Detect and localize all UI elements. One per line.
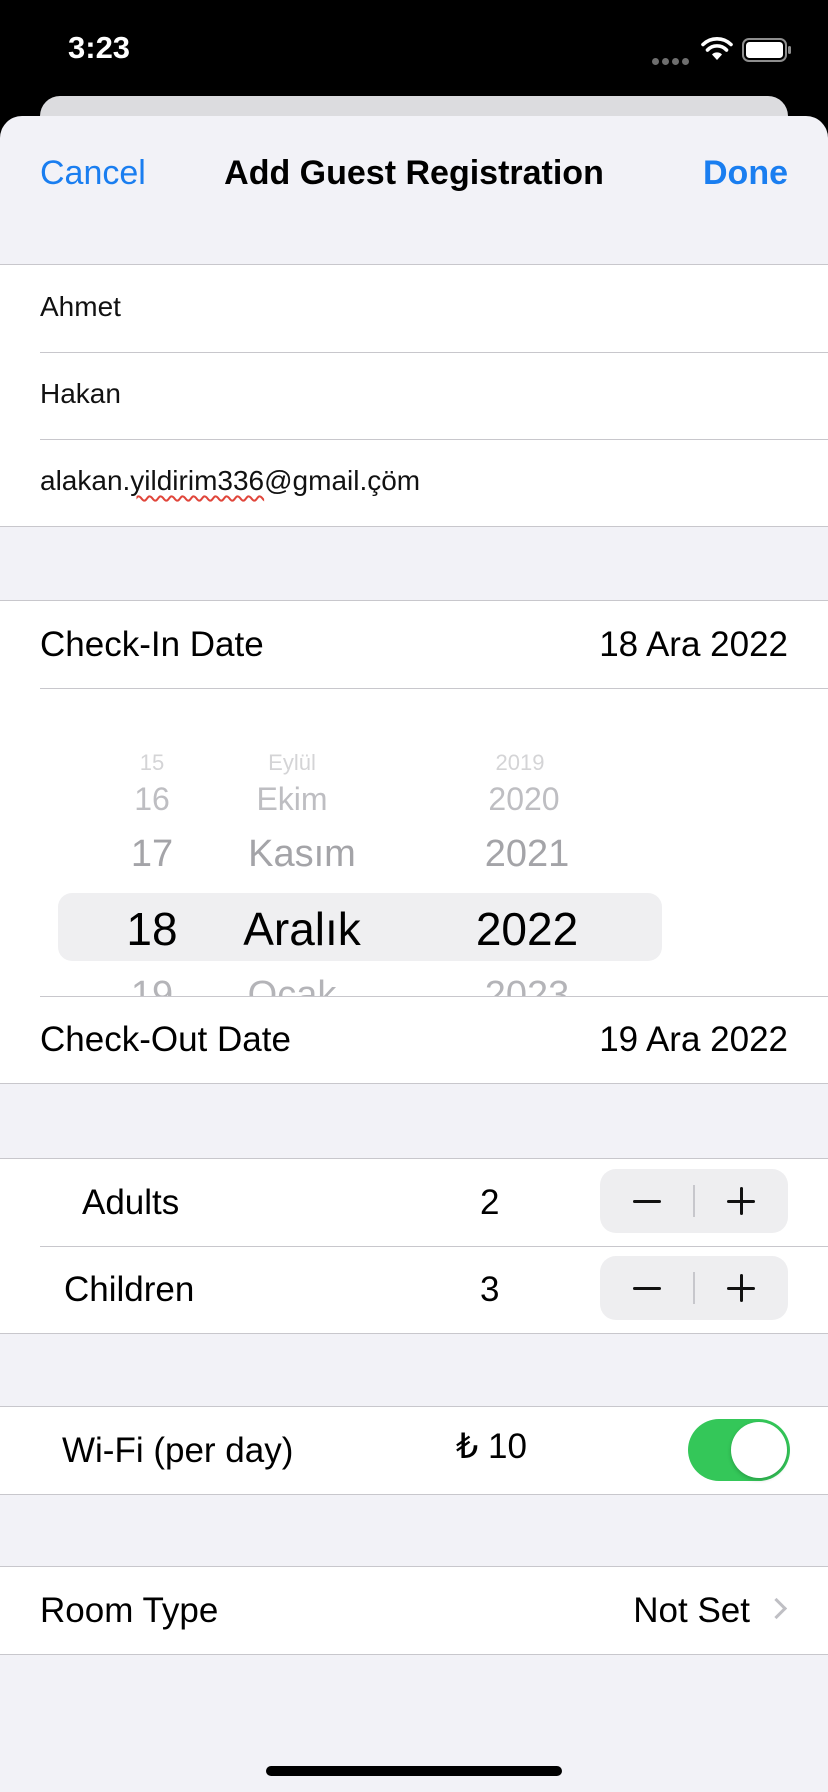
first-name-row[interactable]: Ahmet [0, 265, 828, 352]
adults-count: 2 [480, 1183, 500, 1222]
room-type-section: Room Type Not Set [0, 1566, 828, 1655]
room-type-row[interactable]: Room Type Not Set [0, 1567, 828, 1654]
children-decrement-button[interactable] [600, 1256, 694, 1320]
last-name-field[interactable]: Hakan [40, 378, 121, 410]
children-row: Children 3 [0, 1246, 828, 1333]
children-stepper[interactable] [600, 1256, 788, 1320]
date-picker-wheel[interactable]: 15 16 17 18 19 Eylül Ekim Kasım Aralık O… [0, 688, 828, 996]
picker-year-item[interactable]: 2020 [488, 783, 559, 815]
cellular-signal-icon [652, 52, 692, 70]
picker-month-selected[interactable]: Aralık [243, 906, 361, 952]
picker-year-item[interactable]: 2023 [485, 976, 570, 996]
picker-month-item[interactable]: Ekim [256, 783, 327, 815]
adults-stepper[interactable] [600, 1169, 788, 1233]
children-label: Children [64, 1270, 195, 1309]
picker-day-item[interactable]: 15 [140, 752, 164, 774]
email-prefix: alakan. [40, 465, 131, 496]
navigation-bar: Cancel Add Guest Registration Done [0, 116, 828, 226]
adults-row: Adults 2 [0, 1159, 828, 1246]
guest-count-section: Adults 2 Children 3 [0, 1158, 828, 1334]
home-indicator [266, 1766, 562, 1776]
battery-icon [742, 38, 791, 62]
status-bar: 3:23 [0, 0, 828, 100]
wifi-toggle[interactable] [688, 1419, 790, 1481]
check-in-label: Check-In Date [40, 625, 264, 664]
picker-day-item[interactable]: 16 [134, 783, 170, 815]
children-increment-button[interactable] [694, 1256, 788, 1320]
modal-sheet: Cancel Add Guest Registration Done Ahmet… [0, 116, 828, 1792]
picker-month-item[interactable]: Kasım [248, 835, 356, 873]
picker-day-selected[interactable]: 18 [126, 906, 177, 952]
spelling-error-word: yildirim336 [130, 465, 265, 496]
wifi-row: Wi-Fi (per day) ₺ 10 [0, 1407, 828, 1494]
check-in-value[interactable]: 18 Ara 2022 [599, 625, 788, 665]
first-name-field[interactable]: Ahmet [40, 291, 121, 323]
picker-month-item[interactable]: Ocak [248, 976, 337, 996]
check-in-row[interactable]: Check-In Date 18 Ara 2022 [0, 601, 828, 688]
toggle-knob [731, 1422, 787, 1478]
last-name-row[interactable]: Hakan [0, 352, 828, 439]
wifi-price: ₺ 10 [456, 1427, 527, 1466]
adults-label: Adults [82, 1183, 180, 1222]
check-out-row[interactable]: Check-Out Date 19 Ara 2022 [0, 996, 828, 1083]
picker-year-item[interactable]: 2021 [485, 835, 570, 873]
email-suffix: @gmail.çöm [264, 465, 421, 496]
picker-day-item[interactable]: 17 [131, 835, 173, 873]
check-out-label: Check-Out Date [40, 1020, 291, 1059]
wifi-section: Wi-Fi (per day) ₺ 10 [0, 1406, 828, 1495]
adults-decrement-button[interactable] [600, 1169, 694, 1233]
guest-info-section: Ahmet Hakan alakan.yildirim336@gmail.çöm [0, 264, 828, 527]
room-type-value: Not Set [633, 1591, 750, 1630]
wifi-icon [701, 37, 733, 60]
dates-section: Check-In Date 18 Ara 2022 15 16 17 18 19… [0, 600, 828, 1084]
picker-year-selected[interactable]: 2022 [476, 906, 578, 952]
picker-year-item[interactable]: 2019 [496, 752, 545, 774]
adults-increment-button[interactable] [694, 1169, 788, 1233]
room-type-label: Room Type [40, 1591, 219, 1630]
email-row[interactable]: alakan.yildirim336@gmail.çöm [0, 439, 828, 526]
email-field[interactable]: alakan.yildirim336@gmail.çöm [40, 465, 420, 497]
chevron-right-icon [765, 1597, 788, 1620]
status-time: 3:23 [68, 30, 131, 65]
wifi-label: Wi-Fi (per day) [62, 1431, 294, 1470]
picker-month-item[interactable]: Eylül [268, 752, 316, 774]
children-count: 3 [480, 1270, 500, 1309]
picker-day-item[interactable]: 19 [131, 976, 173, 996]
check-out-value[interactable]: 19 Ara 2022 [599, 1020, 788, 1060]
done-button[interactable]: Done [703, 154, 788, 193]
